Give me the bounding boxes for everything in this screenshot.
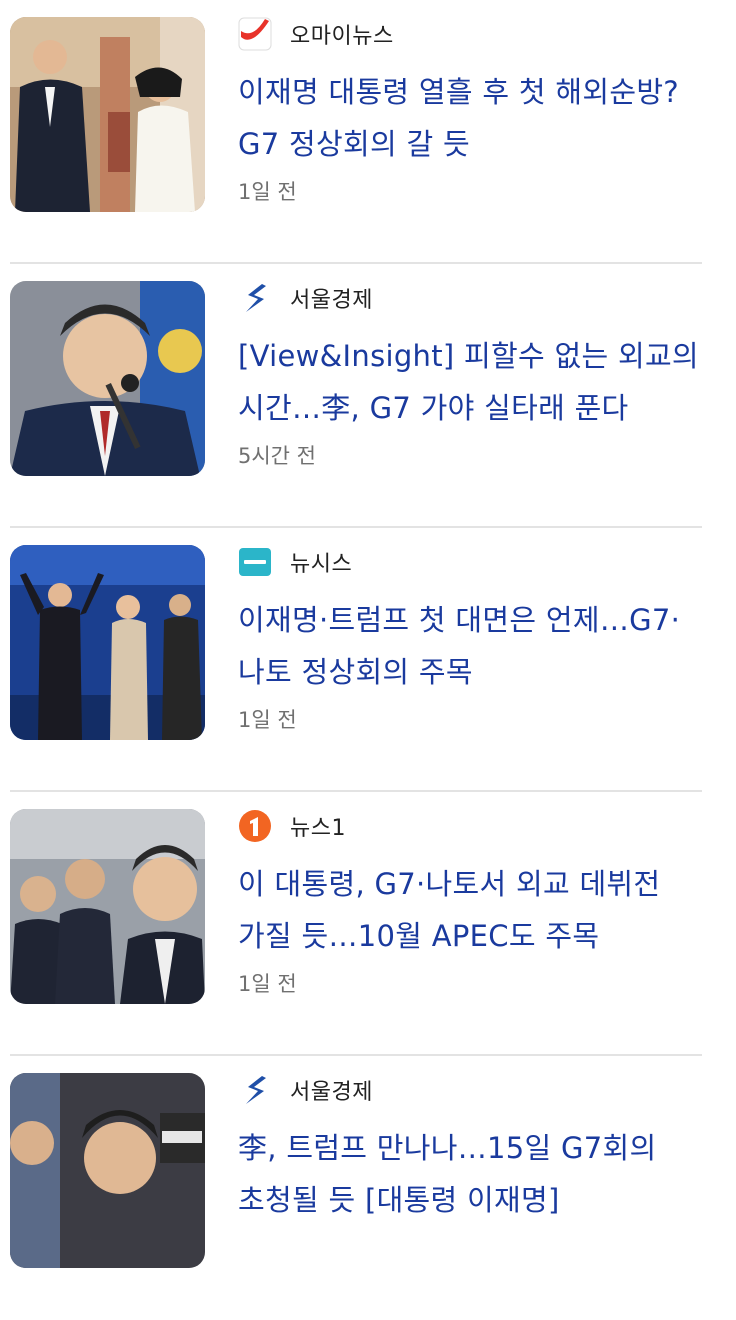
source-name: 오마이뉴스 xyxy=(290,24,394,49)
article-headline[interactable]: 李, 트럼프 만나나…15일 G7회의 초청될 듯 [대통령 이재명] xyxy=(238,1122,708,1226)
article-thumbnail[interactable] xyxy=(10,1073,205,1268)
article-thumbnail[interactable] xyxy=(10,17,205,212)
source-row: 뉴스1 xyxy=(238,809,346,843)
article-item[interactable]: 서울경제 李, 트럼프 만나나…15일 G7회의 초청될 듯 [대통령 이재명] xyxy=(0,1056,736,1320)
article-thumbnail[interactable] xyxy=(10,281,205,476)
article-headline[interactable]: [View&Insight] 피할수 없는 외교의 시간…李, G7 가야 실타… xyxy=(238,330,708,434)
source-row: 뉴시스 xyxy=(238,545,352,579)
ohmynews-logo-icon xyxy=(238,17,272,51)
article-thumbnail[interactable] xyxy=(10,545,205,740)
article-thumbnail[interactable] xyxy=(10,809,205,1004)
article-headline[interactable]: 이재명 대통령 열흘 후 첫 해외순방? G7 정상회의 갈 듯 xyxy=(238,66,708,170)
article-item[interactable]: 오마이뉴스 이재명 대통령 열흘 후 첫 해외순방? G7 정상회의 갈 듯 1… xyxy=(0,0,736,264)
news1-logo-icon xyxy=(238,809,272,843)
article-timestamp: 1일 전 xyxy=(238,972,297,996)
seoul-economic-logo-icon xyxy=(238,1073,272,1107)
article-item[interactable]: 뉴스1 이 대통령, G7·나토서 외교 데뷔전 가질 듯…10월 APEC도 … xyxy=(0,792,736,1056)
source-row: 서울경제 xyxy=(238,1073,373,1107)
article-timestamp: 1일 전 xyxy=(238,708,297,732)
source-row: 서울경제 xyxy=(238,281,373,315)
source-name: 뉴시스 xyxy=(290,552,353,577)
article-headline[interactable]: 이 대통령, G7·나토서 외교 데뷔전 가질 듯…10월 APEC도 주목 xyxy=(238,858,708,962)
news-feed: 오마이뉴스 이재명 대통령 열흘 후 첫 해외순방? G7 정상회의 갈 듯 1… xyxy=(0,0,736,1320)
article-timestamp: 1일 전 xyxy=(238,180,297,204)
article-headline[interactable]: 이재명·트럼프 첫 대면은 언제…G7·나토 정상회의 주목 xyxy=(238,594,708,698)
source-name: 뉴스1 xyxy=(290,816,346,841)
newsis-logo-icon xyxy=(238,545,272,579)
source-name: 서울경제 xyxy=(290,288,373,313)
article-timestamp: 5시간 전 xyxy=(238,444,316,468)
article-item[interactable]: 서울경제 [View&Insight] 피할수 없는 외교의 시간…李, G7 … xyxy=(0,264,736,528)
source-row: 오마이뉴스 xyxy=(238,17,394,51)
source-name: 서울경제 xyxy=(290,1080,373,1105)
seoul-economic-logo-icon xyxy=(238,281,272,315)
article-item[interactable]: 뉴시스 이재명·트럼프 첫 대면은 언제…G7·나토 정상회의 주목 1일 전 xyxy=(0,528,736,792)
